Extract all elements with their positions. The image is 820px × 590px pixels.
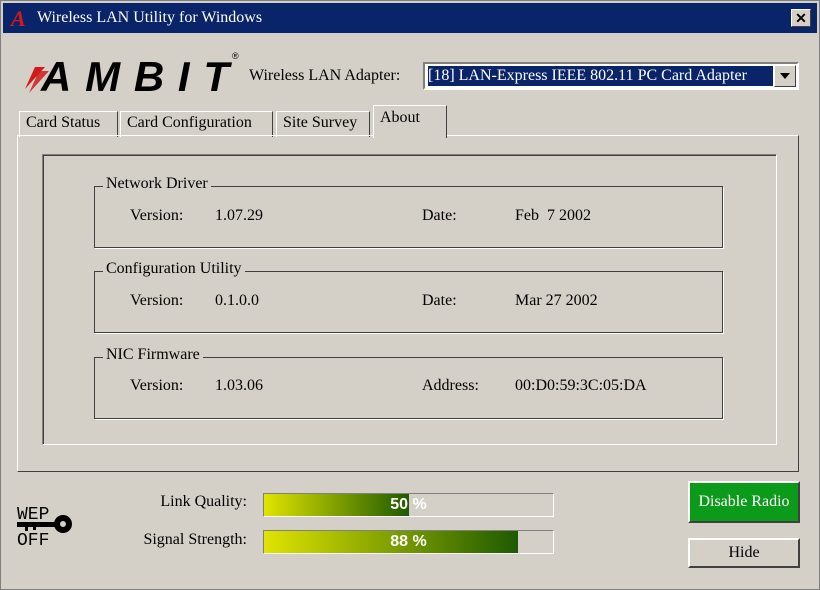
driver-date-value: Feb 7 2002 [515, 207, 591, 224]
group-configuration-utility: Configuration Utility Version: 0.1.0.0 D… [94, 260, 723, 333]
app-window: A Wireless LAN Utility for Windows ✕ AMB… [0, 0, 820, 590]
date-label: Date: [422, 207, 457, 224]
dropdown-arrow[interactable] [774, 65, 796, 87]
tab-about[interactable]: About [373, 105, 447, 138]
utility-date-value: Mar 27 2002 [515, 292, 598, 309]
version-label: Version: [130, 292, 184, 309]
group-nic-firmware: NIC Firmware Version: 1.03.06 Address: 0… [94, 346, 723, 419]
tab-label: Card Status [26, 114, 101, 131]
disable-radio-button[interactable]: Disable Radio [688, 481, 800, 523]
utility-version-value: 0.1.0.0 [215, 292, 259, 309]
ambit-logo: AMBIT ® [25, 51, 239, 100]
group-title: Configuration Utility [103, 260, 245, 278]
version-label: Version: [130, 207, 184, 224]
driver-version-value: 1.07.29 [215, 207, 263, 224]
tab-card-status[interactable]: Card Status [19, 111, 118, 137]
link-quality-meter: 50 % [263, 493, 554, 517]
ambit-a-icon: A [9, 7, 26, 29]
address-label: Address: [422, 377, 479, 394]
signal-strength-label: Signal Strength: [143, 531, 247, 548]
firmware-version-value: 1.03.06 [215, 377, 263, 394]
group-title: NIC Firmware [103, 346, 203, 364]
signal-strength-meter: 88 % [263, 530, 554, 554]
svg-text:AMBIT: AMBIT [40, 53, 232, 100]
version-label: Version: [130, 377, 184, 394]
title-bar[interactable]: A Wireless LAN Utility for Windows ✕ [3, 3, 817, 33]
link-quality-value: 50 % [390, 496, 427, 513]
tab-label: Site Survey [283, 114, 358, 131]
tab-label: Card Configuration [127, 114, 252, 131]
tab-site-survey[interactable]: Site Survey [276, 111, 370, 137]
svg-text:®: ® [232, 51, 239, 61]
mac-address-value: 00:D0:59:3C:05:DA [515, 377, 647, 394]
close-icon: ✕ [795, 9, 807, 26]
adapter-select[interactable]: [18] LAN-Express IEEE 802.11 PC Card Ada… [423, 62, 799, 90]
adapter-label: Wireless LAN Adapter: [249, 67, 401, 84]
hide-button[interactable]: Hide [688, 538, 800, 568]
link-quality-label: Link Quality: [160, 493, 247, 510]
date-label: Date: [422, 292, 457, 309]
tab-label: About [380, 109, 420, 126]
tab-card-configuration[interactable]: Card Configuration [120, 111, 273, 137]
group-title: Network Driver [103, 175, 211, 193]
chevron-down-icon [780, 73, 790, 79]
svg-text:A: A [9, 7, 26, 29]
group-network-driver: Network Driver Version: 1.07.29 Date: Fe… [94, 175, 723, 248]
signal-strength-value: 88 % [390, 533, 427, 550]
close-button[interactable]: ✕ [791, 9, 811, 27]
window-title: Wireless LAN Utility for Windows [37, 9, 263, 26]
adapter-selected-value: [18] LAN-Express IEEE 802.11 PC Card Ada… [428, 66, 773, 86]
